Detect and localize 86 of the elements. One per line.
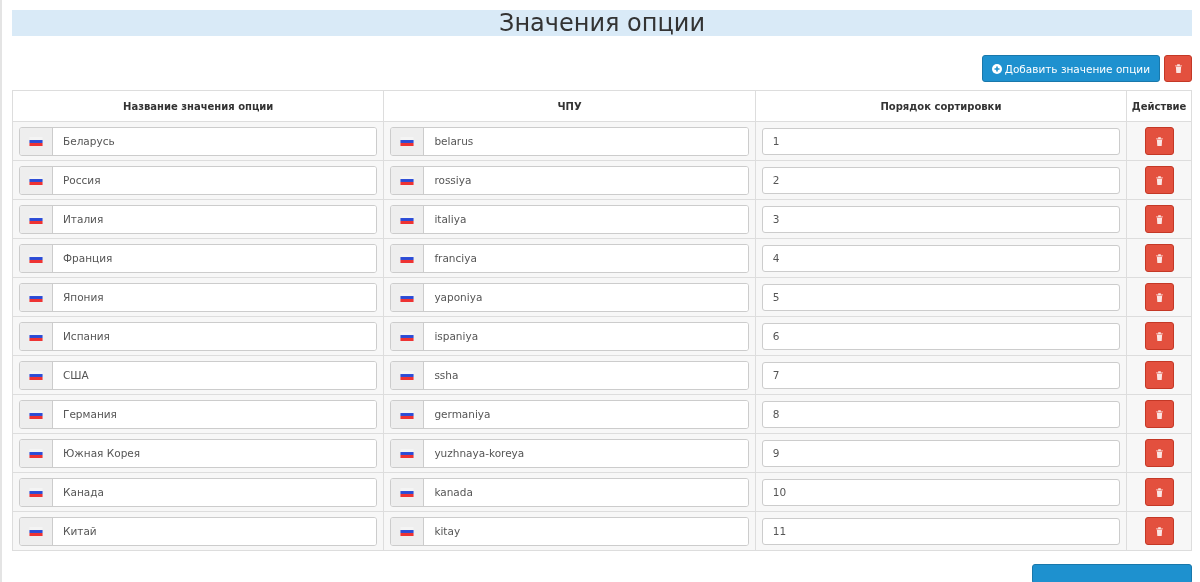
trash-icon — [1155, 370, 1163, 380]
delete-row-button[interactable] — [1144, 478, 1174, 506]
slug-field[interactable]: germaniya — [390, 399, 749, 429]
name-field[interactable]: Италия — [19, 204, 378, 234]
delete-row-button[interactable] — [1144, 361, 1174, 389]
name-field[interactable]: Канада — [19, 477, 378, 507]
sort-order-field[interactable]: 9 — [761, 439, 1121, 467]
trash-icon — [1155, 526, 1163, 536]
delete-row-button[interactable] — [1144, 400, 1174, 428]
flag-icon — [400, 253, 415, 263]
flag-icon — [29, 253, 43, 263]
name-field[interactable]: Южная Корея — [19, 438, 378, 468]
sort-order-field[interactable]: 5 — [761, 283, 1121, 311]
slug-field[interactable]: italiya — [390, 204, 749, 234]
flag-icon — [400, 331, 415, 341]
sort-order-field[interactable]: 1 — [761, 127, 1121, 155]
trash-icon — [1155, 136, 1163, 146]
name-field[interactable]: США — [19, 360, 378, 390]
trash-icon — [1155, 292, 1163, 302]
sort-order-field[interactable]: 7 — [761, 361, 1121, 389]
slug-field[interactable]: yaponiya — [390, 282, 749, 312]
slug-field[interactable]: kanada — [390, 477, 749, 507]
flag-icon — [400, 487, 415, 497]
trash-icon — [1174, 64, 1182, 73]
name-field[interactable]: Франция — [19, 243, 378, 273]
column-header: Действие — [1126, 90, 1192, 122]
trash-icon — [1155, 253, 1163, 263]
plus-circle-icon — [991, 63, 1002, 74]
slug-field[interactable]: yuzhnaya-koreya — [390, 438, 749, 468]
sort-order-field[interactable]: 3 — [761, 205, 1121, 233]
trash-icon — [1155, 175, 1163, 185]
slug-field[interactable]: rossiya — [390, 165, 749, 195]
slug-field[interactable]: ssha — [390, 360, 749, 390]
name-field[interactable]: Германия — [19, 399, 378, 429]
flag-icon — [29, 136, 43, 146]
delete-button[interactable] — [1164, 55, 1192, 82]
slug-field[interactable]: kitay — [390, 516, 749, 546]
name-field[interactable]: Япония — [19, 282, 378, 312]
delete-row-button[interactable] — [1144, 127, 1174, 155]
trash-icon — [1155, 448, 1163, 458]
sort-order-field[interactable]: 11 — [761, 517, 1121, 545]
column-header: Название значения опции — [12, 90, 384, 122]
name-field[interactable]: Россия — [19, 165, 378, 195]
flag-icon — [29, 292, 43, 302]
sort-order-field[interactable]: 2 — [761, 166, 1121, 194]
flag-icon — [400, 292, 415, 302]
flag-icon — [29, 487, 43, 497]
sort-order-field[interactable]: 4 — [761, 244, 1121, 272]
delete-row-button[interactable] — [1144, 322, 1174, 350]
column-header: ЧПУ — [383, 90, 756, 122]
flag-icon — [29, 370, 43, 380]
flag-icon — [400, 214, 415, 224]
flag-icon — [400, 526, 415, 536]
flag-icon — [29, 409, 43, 419]
delete-row-button[interactable] — [1144, 517, 1174, 545]
slug-field[interactable]: ispaniya — [390, 321, 749, 351]
delete-row-button[interactable] — [1144, 439, 1174, 467]
page-title: Значения опции — [499, 10, 705, 36]
trash-icon — [1155, 409, 1163, 419]
sort-order-field[interactable]: 6 — [761, 322, 1121, 350]
trash-icon — [1155, 487, 1163, 497]
flag-icon — [400, 370, 415, 380]
flag-icon — [400, 175, 415, 185]
flag-icon — [29, 526, 43, 536]
name-field[interactable]: Китай — [19, 516, 378, 546]
delete-row-button[interactable] — [1144, 244, 1174, 272]
delete-row-button[interactable] — [1144, 205, 1174, 233]
name-field[interactable]: Испания — [19, 321, 378, 351]
slug-field[interactable]: franciya — [390, 243, 749, 273]
sort-order-field[interactable]: 10 — [761, 478, 1121, 506]
delete-row-button[interactable] — [1144, 283, 1174, 311]
flag-icon — [29, 448, 43, 458]
flag-icon — [400, 409, 415, 419]
slug-field[interactable]: belarus — [390, 126, 749, 156]
flag-icon — [29, 214, 43, 224]
trash-icon — [1155, 214, 1163, 224]
delete-row-button[interactable] — [1144, 166, 1174, 194]
flag-icon — [29, 175, 43, 185]
sort-order-field[interactable]: 8 — [761, 400, 1121, 428]
flag-icon — [29, 331, 43, 341]
add-option-value-button[interactable]: Добавить значение опции — [981, 55, 1160, 82]
trash-icon — [1155, 331, 1163, 341]
flag-icon — [400, 448, 415, 458]
column-header: Порядок сортировки — [755, 90, 1127, 122]
name-field[interactable]: Беларусь — [19, 126, 378, 156]
flag-icon — [400, 136, 415, 146]
